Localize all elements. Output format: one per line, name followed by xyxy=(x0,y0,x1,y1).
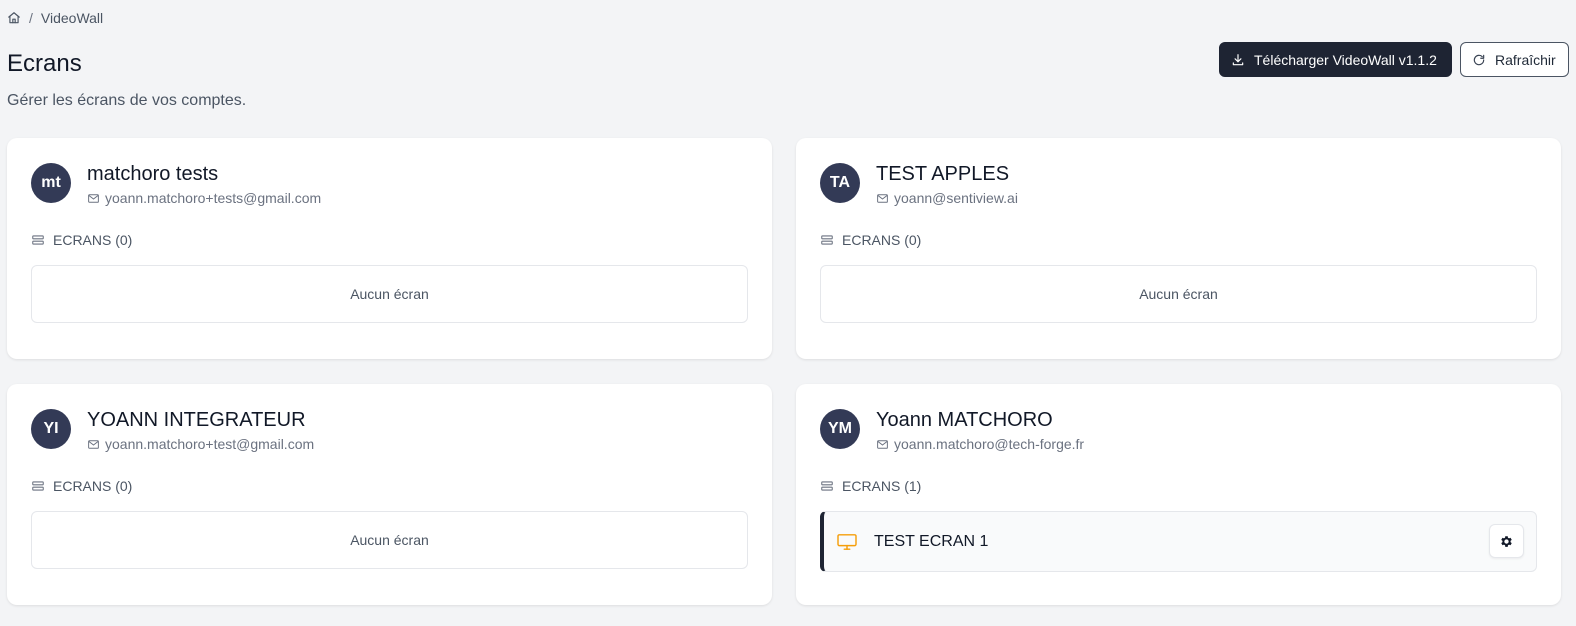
monitor-icon xyxy=(836,533,858,551)
screens-list-icon xyxy=(820,479,834,493)
accounts-grid: mt matchoro tests yoann.matchoro+tests@g… xyxy=(7,138,1561,605)
screen-list-item[interactable]: TEST ECRAN 1 xyxy=(820,511,1537,572)
account-card: YI YOANN INTEGRATEUR yoann.matchoro+test… xyxy=(7,384,772,605)
account-name: TEST APPLES xyxy=(876,163,1010,185)
account-email: yoann.matchoro+test@gmail.com xyxy=(105,436,315,452)
refresh-label: Rafraîchir xyxy=(1495,51,1556,68)
account-header: mt matchoro tests yoann.matchoro+tests@g… xyxy=(31,162,748,206)
mail-icon xyxy=(876,192,889,205)
page-title: Ecrans xyxy=(7,50,82,77)
screen-name: TEST ECRAN 1 xyxy=(874,532,989,550)
empty-screens-box: Aucun écran xyxy=(31,511,748,569)
account-card: TA TEST APPLES yoann@sentiview.ai ECRANS… xyxy=(796,138,1561,359)
mail-icon xyxy=(87,192,100,205)
breadcrumb-separator: / xyxy=(29,10,33,26)
screen-settings-button[interactable] xyxy=(1489,524,1524,558)
account-email-row: yoann.matchoro+tests@gmail.com xyxy=(87,190,321,206)
screens-list-icon xyxy=(31,479,45,493)
empty-screens-box: Aucun écran xyxy=(820,265,1537,323)
breadcrumb-current: VideoWall xyxy=(40,10,104,26)
account-name: matchoro tests xyxy=(87,163,219,185)
account-name: YOANN INTEGRATEUR xyxy=(87,409,306,431)
account-email-row: yoann.matchoro@tech-forge.fr xyxy=(876,436,1084,452)
screens-section-label: ECRANS (0) xyxy=(820,232,921,248)
account-header: YI YOANN INTEGRATEUR yoann.matchoro+test… xyxy=(31,408,748,452)
home-icon[interactable] xyxy=(7,11,21,25)
mail-icon xyxy=(87,438,100,451)
mail-icon xyxy=(876,438,889,451)
account-email: yoann.matchoro+tests@gmail.com xyxy=(105,190,322,206)
account-name: Yoann MATCHORO xyxy=(876,409,1053,431)
screens-list-icon xyxy=(820,233,834,247)
account-email: yoann.matchoro@tech-forge.fr xyxy=(894,436,1085,452)
account-header: YM Yoann MATCHORO yoann.matchoro@tech-fo… xyxy=(820,408,1537,452)
screens-section-label: ECRANS (0) xyxy=(31,232,132,248)
avatar: TA xyxy=(820,163,860,203)
refresh-button[interactable]: Rafraîchir xyxy=(1460,42,1569,77)
breadcrumb: / VideoWall xyxy=(7,10,103,26)
screens-page: / VideoWall Ecrans Gérer les écrans de v… xyxy=(0,0,1576,626)
page-subtitle: Gérer les écrans de vos comptes. xyxy=(7,92,247,109)
screens-section-label: ECRANS (1) xyxy=(820,478,921,494)
download-icon xyxy=(1231,53,1245,67)
download-videowall-button[interactable]: Télécharger VideoWall v1.1.2 xyxy=(1219,42,1452,77)
download-videowall-label: Télécharger VideoWall v1.1.2 xyxy=(1254,51,1437,68)
screens-count-label: ECRANS (0) xyxy=(53,232,133,248)
empty-screens-box: Aucun écran xyxy=(31,265,748,323)
account-email-row: yoann.matchoro+test@gmail.com xyxy=(87,436,314,452)
avatar: YI xyxy=(31,409,71,449)
refresh-icon xyxy=(1472,53,1486,67)
screens-count-label: ECRANS (1) xyxy=(842,478,922,494)
screens-count-label: ECRANS (0) xyxy=(53,478,133,494)
screens-list-icon xyxy=(31,233,45,247)
account-email-row: yoann@sentiview.ai xyxy=(876,190,1018,206)
screens-count-label: ECRANS (0) xyxy=(842,232,922,248)
gear-icon xyxy=(1499,534,1514,549)
screens-section-label: ECRANS (0) xyxy=(31,478,132,494)
account-header: TA TEST APPLES yoann@sentiview.ai xyxy=(820,162,1537,206)
header-actions: Télécharger VideoWall v1.1.2 Rafraîchir xyxy=(1219,42,1569,77)
account-card: YM Yoann MATCHORO yoann.matchoro@tech-fo… xyxy=(796,384,1561,605)
avatar: YM xyxy=(820,409,860,449)
account-email: yoann@sentiview.ai xyxy=(894,190,1018,206)
avatar: mt xyxy=(31,163,71,203)
account-card: mt matchoro tests yoann.matchoro+tests@g… xyxy=(7,138,772,359)
